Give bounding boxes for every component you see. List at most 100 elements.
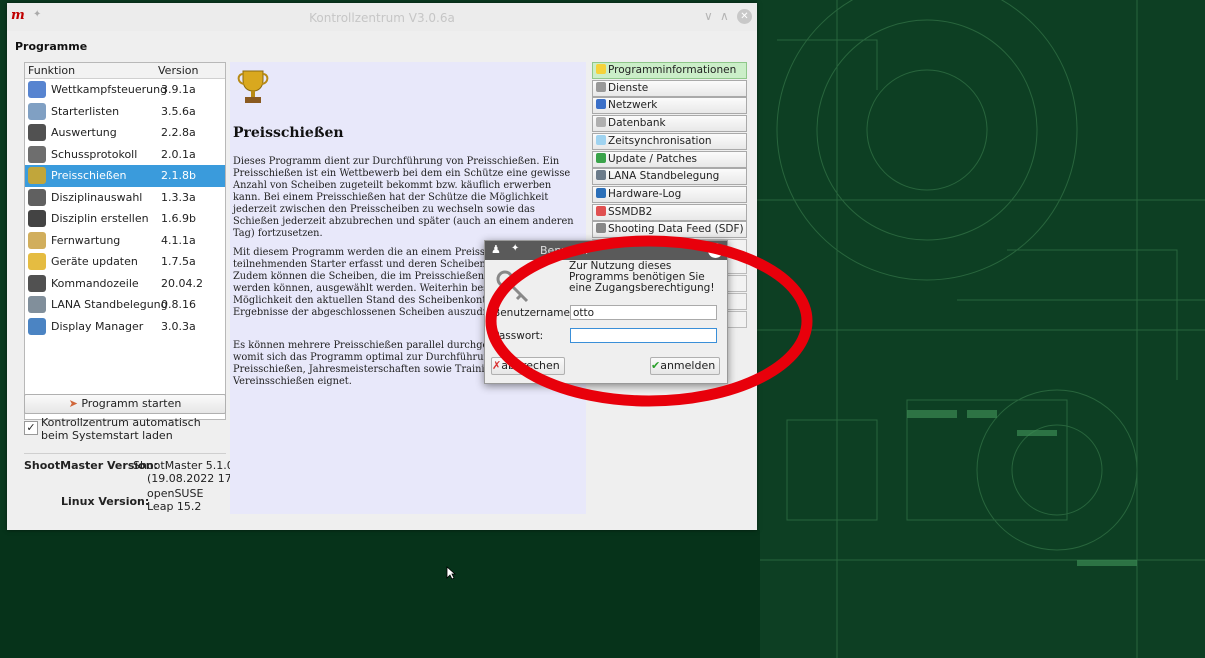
program-name: Disziplin erstellen — [51, 212, 149, 225]
side-button-label: SSMDB2 — [608, 205, 653, 218]
ssmdb-icon — [596, 205, 606, 216]
lane-icon — [28, 296, 46, 313]
program-row[interactable]: Auswertung 2.2.8a — [25, 122, 225, 144]
tools-icon — [28, 231, 46, 249]
lane-icon — [596, 170, 606, 181]
program-row[interactable]: Geräte updaten 1.7.5a — [25, 251, 225, 273]
log-icon — [596, 187, 606, 198]
program-name: Display Manager — [51, 319, 144, 333]
side-button-label: Zeitsynchronisation — [608, 134, 712, 147]
autostart-label: Kontrollzentrum automatisch beim Systems… — [41, 416, 201, 442]
program-name: Geräte updaten — [51, 255, 138, 268]
side-button-network[interactable]: Netzwerk — [592, 97, 747, 115]
window-title: Kontrollzentrum V3.0.6a — [309, 11, 455, 25]
close-icon[interactable]: ✕ — [737, 9, 752, 24]
side-button-label: Datenbank — [608, 117, 666, 130]
program-version: 1.3.3a — [161, 190, 196, 204]
program-row[interactable]: Display Manager 3.0.3a — [25, 316, 225, 338]
program-version: 20.04.2 — [161, 276, 203, 290]
side-button-database[interactable]: Datenbank — [592, 115, 747, 133]
description-paragraph-1: Dieses Programm dient zur Durchführung v… — [233, 156, 574, 239]
terminal-icon — [28, 274, 46, 292]
side-button-lightbulb[interactable]: Programminformationen — [592, 62, 747, 79]
list-document-icon — [28, 102, 46, 120]
column-header-version[interactable]: Version — [158, 64, 198, 77]
program-version: 3.9.1a — [161, 83, 196, 96]
program-version: 3.0.3a — [161, 319, 196, 333]
target-icon — [28, 210, 46, 227]
shootmaster-version-value: ShootMaster 5.1.0 — [133, 459, 234, 472]
program-list[interactable]: Funktion Version Wettkampfsteuerung 3.9.1… — [24, 62, 226, 420]
list-header: Funktion Version — [25, 63, 225, 79]
annotation-ellipse — [485, 235, 813, 407]
program-row[interactable]: Preisschießen 2.1.8b — [25, 165, 225, 187]
database-icon — [596, 117, 606, 128]
program-name: Disziplinauswahl — [51, 190, 143, 204]
program-row[interactable]: Starterlisten 3.5.6a — [25, 101, 225, 123]
desktop-bottom-area — [0, 530, 760, 658]
title-bar[interactable]: m ✦ Kontrollzentrum V3.0.6a ∨ ∧ ✕ — [7, 3, 757, 31]
linux-version-label: Linux Version: — [61, 495, 150, 508]
program-name: Preisschießen — [51, 169, 127, 182]
start-program-button[interactable]: ➤ Programm starten — [24, 394, 226, 414]
start-program-label: Programm starten — [81, 397, 182, 410]
trophy-icon — [28, 167, 46, 184]
pistol-icon — [28, 145, 46, 163]
program-version: 1.7.5a — [161, 255, 196, 268]
mouse-cursor-icon — [446, 566, 456, 580]
side-button-lane[interactable]: LANA Standbelegung — [592, 168, 747, 186]
program-row[interactable]: Kommandozeile 20.04.2 — [25, 273, 225, 295]
program-row[interactable]: Disziplinauswahl 1.3.3a — [25, 187, 225, 209]
target-board-icon — [28, 188, 46, 206]
program-version: 4.1.1a — [161, 233, 196, 247]
program-row[interactable]: Schussprotokoll 2.0.1a — [25, 144, 225, 166]
program-name: Schussprotokoll — [51, 147, 138, 161]
network-icon — [596, 99, 606, 110]
column-header-function[interactable]: Funktion — [28, 64, 75, 77]
minimize-icon[interactable]: ∨ — [704, 9, 713, 23]
side-button-label: Dienste — [608, 81, 649, 94]
program-name: Auswertung — [51, 126, 117, 139]
program-version: 0.8.16 — [161, 298, 196, 311]
side-button-clock[interactable]: Zeitsynchronisation — [592, 132, 747, 150]
trophy-icon — [237, 70, 269, 103]
program-name: Starterlisten — [51, 104, 120, 118]
side-button-label: Netzwerk — [608, 99, 658, 112]
monitor-icon — [28, 81, 46, 98]
podium-icon — [28, 124, 46, 141]
program-row[interactable]: Wettkampfsteuerung 3.9.1a — [25, 79, 225, 101]
program-version: 3.5.6a — [161, 104, 196, 118]
program-name: Fernwartung — [51, 233, 121, 247]
side-button-label: Update / Patches — [608, 152, 698, 165]
linux-version-value: openSUSE Leap 15.2 — [147, 487, 204, 513]
program-name: Wettkampfsteuerung — [51, 83, 168, 96]
gears-icon — [596, 81, 606, 92]
divider — [24, 453, 226, 454]
autostart-checkbox[interactable]: ✓ — [24, 421, 38, 435]
side-button-log[interactable]: Hardware-Log — [592, 185, 747, 203]
side-button-label: Hardware-Log — [608, 187, 682, 200]
maximize-icon[interactable]: ∧ — [720, 9, 729, 23]
program-name: Kommandozeile — [51, 276, 139, 290]
rocket-icon: ➤ — [68, 397, 78, 410]
side-button-label: LANA Standbelegung — [608, 170, 720, 183]
program-name: LANA Standbelegung — [51, 298, 168, 311]
side-button-globe[interactable]: Update / Patches — [592, 150, 747, 168]
program-version: 1.6.9b — [161, 212, 196, 225]
program-version: 2.2.8a — [161, 126, 196, 139]
clock-icon — [596, 134, 606, 145]
program-version: 2.1.8b — [161, 169, 196, 182]
lightning-icon — [28, 253, 46, 270]
description-title: Preisschießen — [233, 125, 344, 141]
lightbulb-icon — [596, 64, 606, 74]
side-button-ssmdb[interactable]: SSMDB2 — [592, 203, 747, 221]
display-icon — [28, 317, 46, 335]
globe-icon — [596, 152, 606, 163]
program-row[interactable]: LANA Standbelegung 0.8.16 — [25, 294, 225, 316]
side-button-label: Programminformationen — [608, 64, 737, 76]
program-version: 2.0.1a — [161, 147, 196, 161]
program-row[interactable]: Fernwartung 4.1.1a — [25, 230, 225, 252]
side-button-gears[interactable]: Dienste — [592, 79, 747, 97]
section-label: Programme — [15, 40, 88, 53]
program-row[interactable]: Disziplin erstellen 1.6.9b — [25, 208, 225, 230]
